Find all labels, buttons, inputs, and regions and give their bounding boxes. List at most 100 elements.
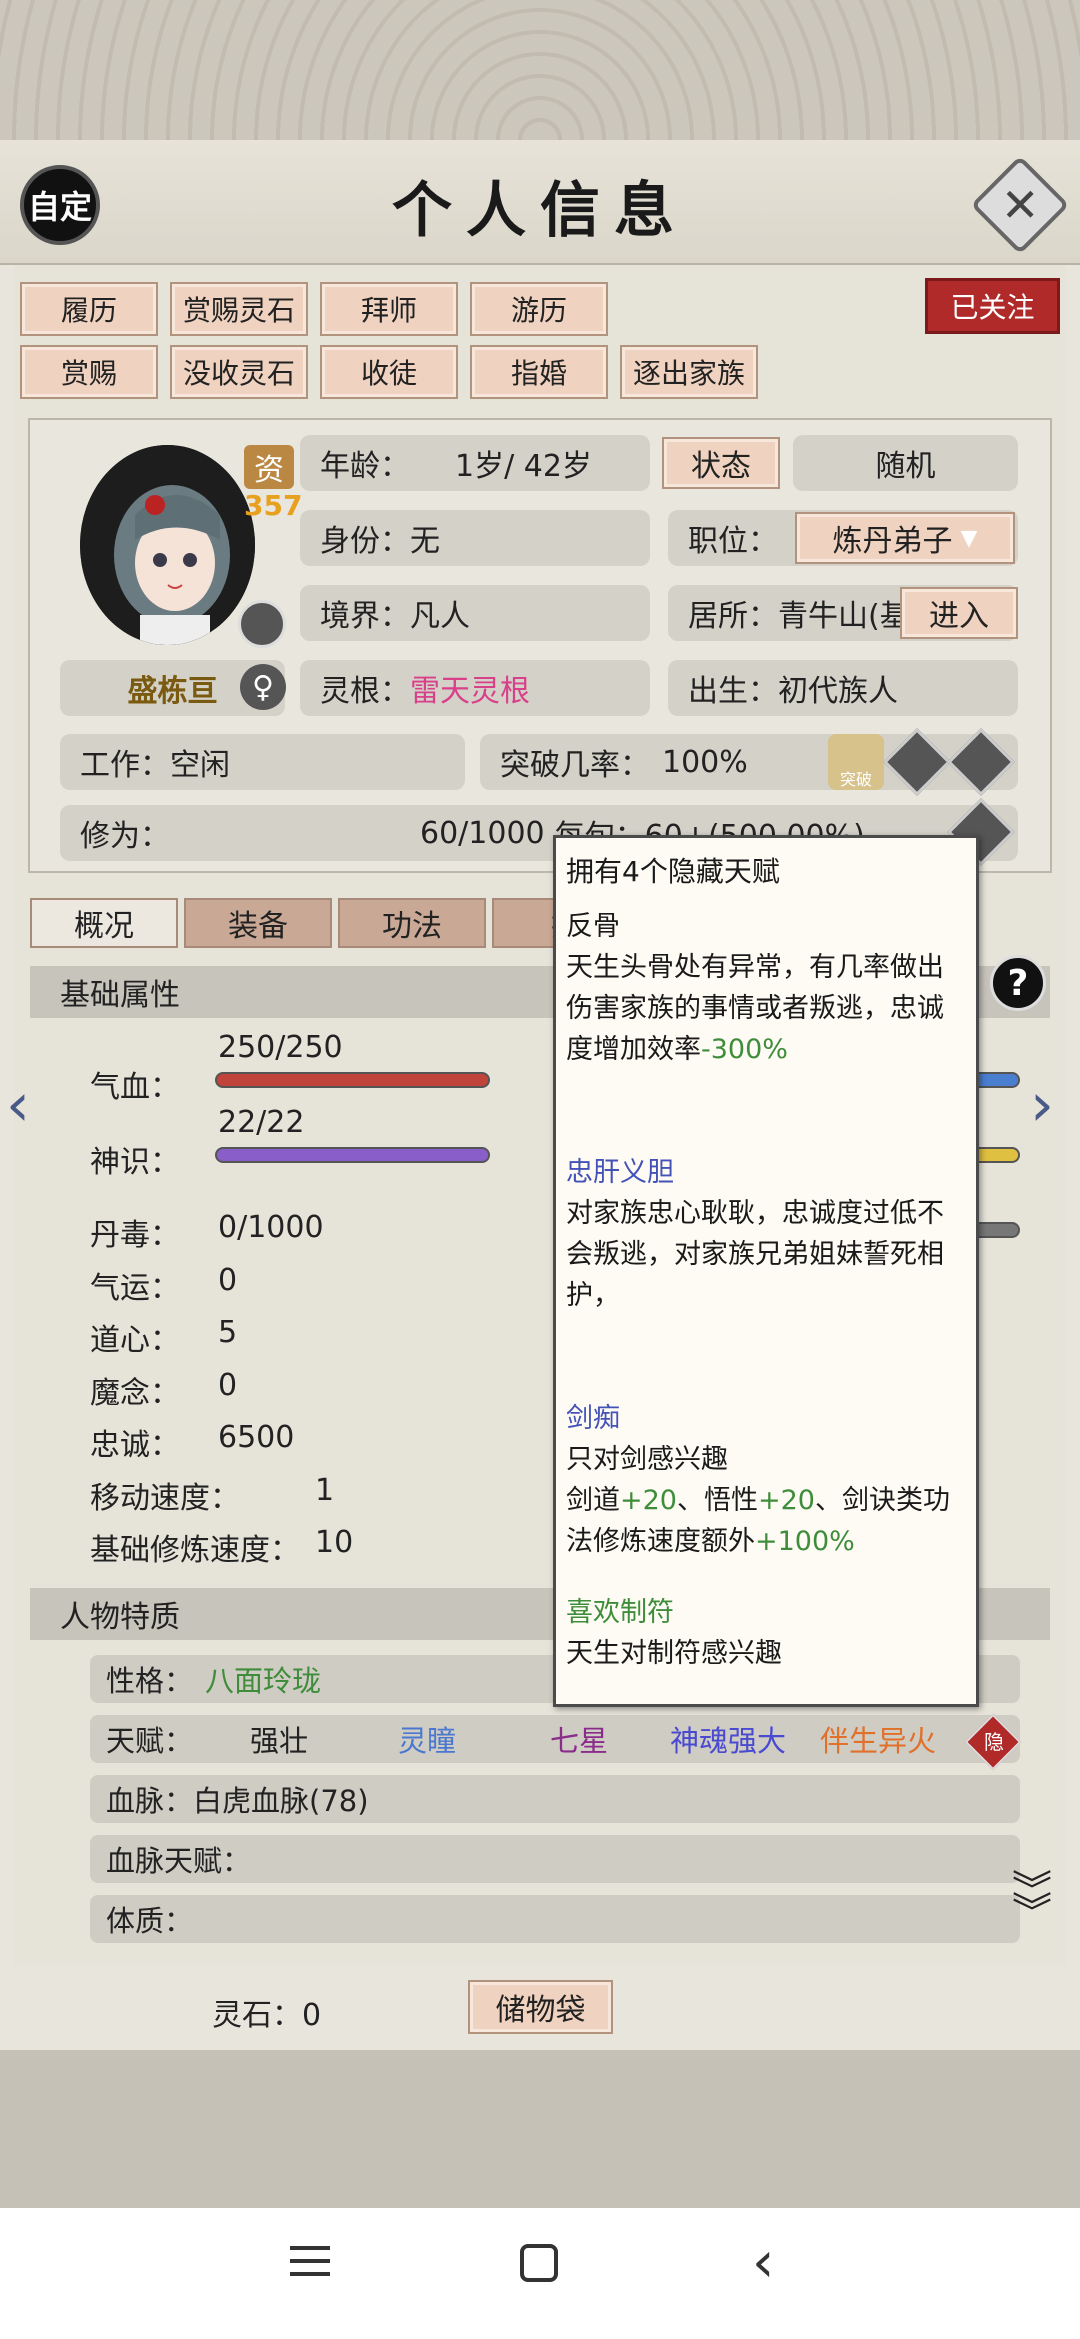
popup-item-name: 反骨 bbox=[566, 911, 620, 942]
talent-strong-soul[interactable]: 神魂强大 bbox=[670, 1718, 786, 1760]
physique-row: 体质： bbox=[90, 1895, 1020, 1943]
work-field: 工作： 空闲 bbox=[60, 734, 465, 790]
reward-stone-button[interactable]: 赏赐灵石 bbox=[170, 282, 308, 336]
spirit-root-field: 灵根： 雷天灵根 bbox=[300, 660, 650, 716]
confiscate-stone-button[interactable]: 没收灵石 bbox=[170, 345, 308, 399]
breakthrough-value: 100% bbox=[662, 744, 748, 780]
stat-value: 0/1000 bbox=[218, 1210, 324, 1245]
arrow-left-icon[interactable]: ‹ bbox=[6, 1070, 30, 1140]
double-chevron-down-icon[interactable]: ︾ ︾ bbox=[1012, 1871, 1052, 1933]
popup-item-name: 喜欢制符 bbox=[566, 1597, 674, 1628]
stat-label: 丹毒： bbox=[90, 1218, 180, 1253]
stat-label: 基础修炼速度： bbox=[90, 1533, 300, 1568]
position-label: 职位： bbox=[688, 524, 778, 559]
take-disciple-button[interactable]: 收徒 bbox=[320, 345, 458, 399]
realm-field: 境界： 凡人 bbox=[300, 585, 650, 641]
enter-button[interactable]: 进入 bbox=[900, 587, 1018, 639]
talent-companion-fire[interactable]: 伴生异火 bbox=[820, 1718, 936, 1760]
talent-badge: 资 357 bbox=[244, 445, 303, 525]
talent-spirit-eye[interactable]: 灵瞳 bbox=[398, 1718, 456, 1760]
work-value: 空闲 bbox=[170, 748, 230, 783]
stat-value: 10 bbox=[315, 1525, 354, 1560]
breakthrough-label: 突破几率： bbox=[500, 748, 650, 783]
residence-label: 居所： bbox=[688, 599, 778, 634]
realm-label: 境界： bbox=[320, 599, 410, 634]
popup-title: 拥有4个隐藏天赋 bbox=[566, 855, 780, 888]
identity-label: 身份： bbox=[320, 524, 410, 559]
birth-value: 初代族人 bbox=[778, 674, 898, 709]
talent-label: 天赋： bbox=[106, 1724, 194, 1758]
cultivation-value: 60/1000 bbox=[420, 815, 545, 851]
stat-value: 1 bbox=[315, 1472, 335, 1508]
personality-value: 八面玲珑 bbox=[205, 1664, 322, 1698]
stat-label: 魔念： bbox=[90, 1375, 180, 1411]
realm-value: 凡人 bbox=[410, 599, 470, 634]
tab-overview[interactable]: 概况 bbox=[30, 898, 178, 948]
close-icon: ✕ bbox=[1000, 177, 1040, 232]
sense-value: 22/22 bbox=[218, 1105, 305, 1140]
random-button[interactable]: 随机 bbox=[793, 435, 1018, 491]
travel-button[interactable]: 游历 bbox=[470, 282, 608, 336]
arrange-marriage-button[interactable]: 指婚 bbox=[470, 345, 608, 399]
history-button[interactable]: 履历 bbox=[20, 282, 158, 336]
edit-icon[interactable] bbox=[238, 600, 286, 648]
breakthrough-icon[interactable]: 突破 bbox=[828, 734, 884, 790]
position-value: 炼丹弟子 bbox=[832, 524, 953, 559]
cultivation-label: 修为： bbox=[80, 819, 170, 854]
effect-d: +20 bbox=[757, 1485, 815, 1516]
auto-button[interactable]: 自定 bbox=[20, 165, 100, 245]
tab-equipment[interactable]: 装备 bbox=[184, 898, 332, 948]
age-label: 年龄： bbox=[320, 449, 410, 484]
back-icon[interactable]: ‹ bbox=[752, 2230, 774, 2295]
menu-icon[interactable] bbox=[290, 2246, 330, 2276]
bloodline-talent-label: 血脉天赋： bbox=[106, 1844, 252, 1878]
talent-seven-stars[interactable]: 七星 bbox=[550, 1718, 608, 1760]
bloodline-talent-row: 血脉天赋： bbox=[90, 1835, 1020, 1883]
sense-bar bbox=[215, 1147, 490, 1163]
birth-field: 出生： 初代族人 bbox=[668, 660, 1018, 716]
question-icon[interactable]: ? bbox=[990, 955, 1046, 1011]
root-label: 灵根： bbox=[320, 674, 410, 709]
talent-value: 357 bbox=[244, 489, 303, 522]
stat-label: 忠诚： bbox=[90, 1428, 180, 1463]
residence-value: 青牛山(基 bbox=[778, 599, 910, 634]
popup-item-name: 忠肝义胆 bbox=[566, 1157, 674, 1188]
position-dropdown[interactable]: 炼丹弟子 ▼ bbox=[795, 512, 1015, 564]
stat-value: 6500 bbox=[218, 1420, 295, 1455]
identity-value: 无 bbox=[410, 524, 440, 559]
effect-c: 、悟性 bbox=[676, 1485, 758, 1516]
arrow-right-icon[interactable]: › bbox=[1030, 1070, 1054, 1140]
effect-a: 剑道 bbox=[566, 1485, 620, 1516]
effect-b: +20 bbox=[620, 1485, 677, 1516]
talent-badge-label: 资 bbox=[244, 445, 294, 489]
status-button[interactable]: 状态 bbox=[662, 437, 780, 489]
bloodline-value: 白虎血脉(78) bbox=[193, 1784, 369, 1818]
tab-techniques[interactable]: 功法 bbox=[338, 898, 486, 948]
stat-label: 移动速度： bbox=[90, 1480, 240, 1516]
home-icon[interactable] bbox=[520, 2244, 558, 2282]
reward-button[interactable]: 赏赐 bbox=[20, 345, 158, 399]
popup-item-desc: 只对剑感兴趣 bbox=[566, 1444, 728, 1475]
avatar-portrait bbox=[80, 445, 255, 645]
storage-bag-button[interactable]: 储物袋 bbox=[468, 1980, 613, 2034]
hp-label: 气血： bbox=[90, 1070, 180, 1105]
stat-value: 0 bbox=[218, 1367, 238, 1403]
stat-label: 气运： bbox=[90, 1270, 180, 1306]
personality-label: 性格： bbox=[106, 1664, 194, 1698]
sense-label: 神识： bbox=[90, 1145, 180, 1180]
expel-button[interactable]: 逐出家族 bbox=[620, 345, 758, 399]
root-value: 雷天灵根 bbox=[410, 674, 530, 709]
popup-item-desc: 对家族忠心耿耿，忠诚度过低不会叛逃，对家族兄弟姐妹誓死相护， bbox=[566, 1198, 944, 1311]
talent-strong[interactable]: 强壮 bbox=[250, 1718, 308, 1760]
dropdown-icon: ▼ bbox=[960, 525, 978, 551]
hp-bar bbox=[215, 1072, 490, 1088]
stat-value: 5 bbox=[218, 1315, 238, 1350]
apprentice-button[interactable]: 拜师 bbox=[320, 282, 458, 336]
follow-badge[interactable]: 已关注 bbox=[925, 278, 1060, 334]
hidden-talents-popup: 拥有4个隐藏天赋 反骨 天生头骨处有异常，有几率做出伤害家族的事情或者叛逃，忠诚… bbox=[553, 835, 979, 1707]
page-title: 个人信息 bbox=[392, 176, 688, 246]
talent-row: 天赋： 强壮 灵瞳 七星 神魂强大 伴生异火 bbox=[90, 1715, 1020, 1763]
stat-label: 道心： bbox=[90, 1323, 180, 1358]
female-icon: ♀ bbox=[240, 664, 286, 710]
physique-label: 体质： bbox=[106, 1904, 194, 1938]
